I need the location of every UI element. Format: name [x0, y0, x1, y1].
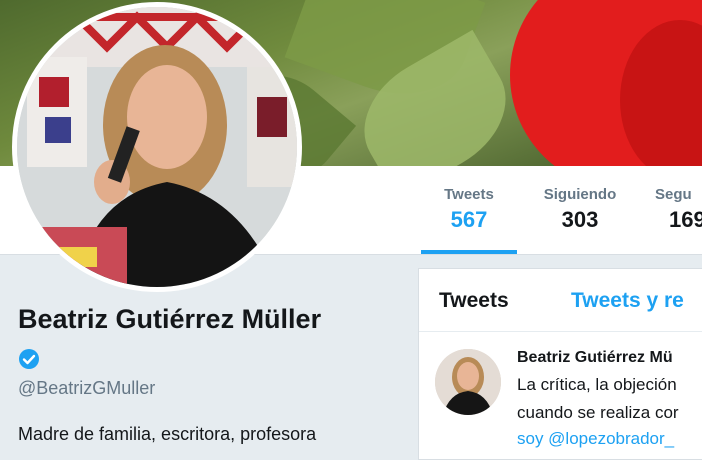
timeline-tabs: Tweets Tweets y re	[419, 269, 702, 332]
stat-tweets-label: Tweets	[444, 186, 494, 203]
tweet-text-line: La crítica, la objeción	[517, 375, 677, 394]
stat-following-value: 303	[561, 207, 599, 232]
profile-handle[interactable]: @BeatrizGMuller	[18, 378, 155, 399]
tweet-text-line: cuando se realiza cor	[517, 403, 679, 422]
tweet-author-name[interactable]: Beatriz Gutiérrez Mü	[517, 349, 673, 367]
tweet-avatar-photo	[435, 349, 501, 415]
verified-badge-icon	[19, 349, 39, 369]
tab-tweets-and-replies[interactable]: Tweets y re	[571, 289, 684, 313]
tweet-avatar[interactable]	[435, 349, 501, 415]
tab-tweets[interactable]: Tweets	[439, 289, 509, 313]
stat-followers-label: Segu	[655, 186, 692, 203]
tweet-mention-line[interactable]: soy @lopezobrador_	[517, 429, 674, 449]
profile-name: Beatriz Gutiérrez Müller	[18, 304, 322, 334]
active-tab-indicator	[421, 250, 517, 254]
timeline-card: Tweets Tweets y re Beatriz Gutiérrez Mü …	[418, 268, 702, 460]
stat-followers[interactable]: Segu 169	[655, 186, 702, 233]
profile-bio: Madre de familia, escritora, profesora	[18, 424, 317, 444]
stat-followers-value: 169	[669, 207, 702, 232]
stat-following-label: Siguiendo	[543, 186, 617, 203]
avatar-photo	[17, 7, 297, 287]
stat-tweets[interactable]: Tweets 567	[420, 186, 518, 233]
stat-following[interactable]: Siguiendo 303	[530, 186, 630, 233]
stat-tweets-value: 567	[450, 207, 488, 232]
profile-avatar[interactable]	[12, 2, 302, 292]
